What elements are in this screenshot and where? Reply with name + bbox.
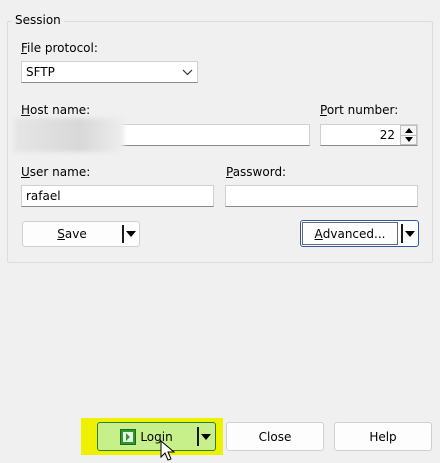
port-up-button[interactable] [400,125,417,136]
login-split-button: Login [97,422,216,451]
save-split-button: Save [22,221,140,247]
file-protocol-select[interactable]: SFTP [21,61,198,83]
password-input[interactable] [225,185,418,207]
arrow-up-icon [404,127,413,133]
advanced-split-button: Advanced... [300,220,419,247]
advanced-dropdown-icon[interactable] [405,231,415,237]
close-button[interactable]: Close [226,422,324,451]
login-icon [120,428,137,445]
file-protocol-value: SFTP [26,65,55,79]
file-protocol-label: File protocol: [21,41,98,55]
password-label: Password: [226,165,287,179]
advanced-button[interactable]: Advanced... [302,222,398,245]
mouse-cursor-icon [160,440,176,461]
host-name-blur [14,118,124,152]
session-legend: Session [12,13,64,27]
help-button[interactable]: Help [334,422,432,451]
port-number-label: Port number: [320,103,399,117]
arrow-down-icon [404,137,413,143]
save-button[interactable]: Save [23,222,121,246]
login-dropdown-icon[interactable] [201,434,211,440]
user-name-label: User name: [21,165,91,179]
port-spinner [400,125,417,145]
save-dropdown-icon[interactable] [126,231,136,237]
port-down-button[interactable] [400,135,417,145]
login-button[interactable]: Login [98,423,195,450]
user-name-input[interactable]: rafael [21,185,214,207]
host-name-label: Host name: [21,103,91,117]
chevron-down-icon [182,69,193,75]
